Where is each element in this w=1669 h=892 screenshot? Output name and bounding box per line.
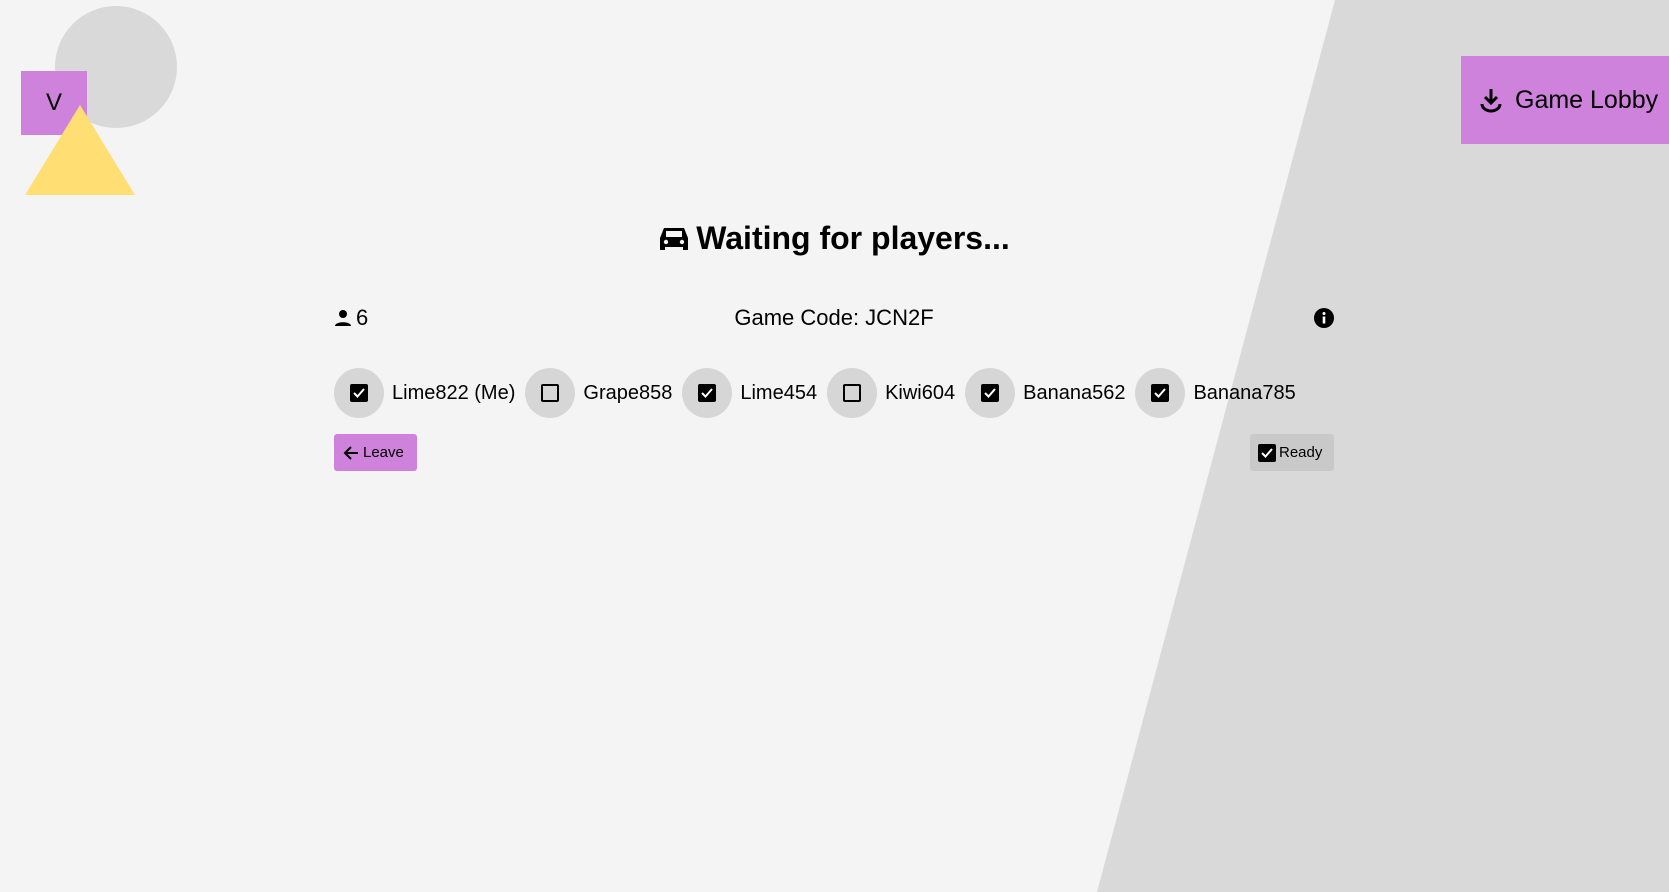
- checkbox-unchecked-icon: [843, 384, 862, 402]
- info-icon[interactable]: [1314, 308, 1334, 328]
- page-title: Waiting for players...: [334, 220, 1334, 257]
- checkbox-checked-icon: [1258, 443, 1276, 462]
- player-chip: Grape858: [525, 368, 672, 418]
- player-count-value: 6: [356, 305, 369, 330]
- download-icon: [1480, 89, 1502, 113]
- player-name: Banana785: [1193, 381, 1296, 404]
- player-ready-checkbox: [682, 368, 733, 418]
- player-name: Kiwi604: [885, 381, 956, 404]
- player-ready-checkbox: [334, 368, 384, 418]
- player-name: Lime822 (Me): [392, 381, 516, 404]
- arrow-left-icon: [343, 445, 358, 460]
- leave-label: Leave: [363, 444, 404, 461]
- ready-button[interactable]: Ready: [1250, 434, 1334, 471]
- car-icon: [660, 227, 689, 250]
- background-diagonal: [1097, 0, 1669, 892]
- player-chip: Lime454: [682, 368, 817, 418]
- checkbox-checked-icon: [698, 384, 717, 402]
- person-icon: [335, 310, 351, 326]
- decor-triangle: [25, 105, 135, 195]
- checkbox-checked-icon: [981, 384, 1000, 402]
- player-chip: Lime822 (Me): [334, 368, 515, 418]
- player-ready-checkbox: [827, 368, 878, 418]
- player-name: Lime454: [740, 381, 818, 404]
- ready-label: Ready: [1279, 444, 1323, 461]
- player-ready-checkbox: [525, 368, 576, 418]
- player-list: Lime822 (Me) Grape858 Lime454 Kiwi604 Banana…: [334, 368, 1296, 418]
- leave-button[interactable]: Leave: [334, 434, 417, 471]
- player-ready-checkbox: [965, 368, 1016, 418]
- player-chip: Kiwi604: [827, 368, 955, 418]
- player-chip: Banana562: [965, 368, 1125, 418]
- game-lobby-button[interactable]: Game Lobby: [1461, 56, 1669, 144]
- player-name: Grape858: [583, 381, 673, 404]
- checkbox-checked-icon: [350, 384, 368, 402]
- player-chip: Banana785: [1135, 368, 1296, 418]
- player-count: 6: [334, 305, 368, 331]
- checkbox-checked-icon: [1151, 384, 1170, 402]
- player-ready-checkbox: [1135, 368, 1186, 418]
- checkbox-unchecked-icon: [541, 384, 560, 402]
- title-text: Waiting for players...: [696, 220, 1010, 256]
- player-name: Banana562: [1023, 381, 1126, 404]
- game-code: Game Code: JCN2F: [734, 305, 934, 330]
- game-lobby-label: Game Lobby: [1515, 85, 1659, 114]
